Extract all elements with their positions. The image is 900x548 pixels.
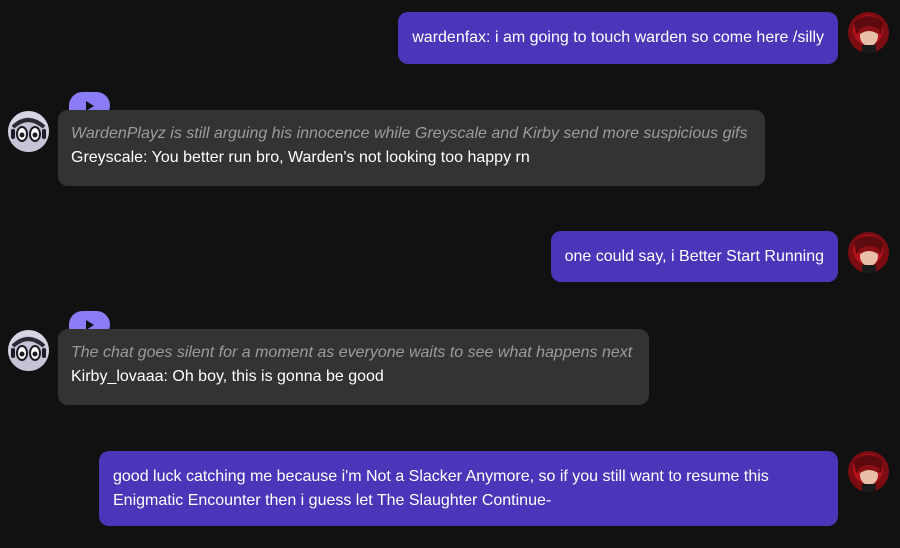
bot-avatar[interactable]: [8, 330, 49, 371]
message-text: Greyscale: You better run bro, Warden's …: [71, 149, 530, 166]
user-avatar[interactable]: [848, 12, 889, 53]
chat-log: wardenfax: i am going to touch warden so…: [0, 0, 900, 548]
user-avatar-image: [848, 451, 889, 492]
message-text: wardenfax: i am going to touch warden so…: [412, 29, 824, 46]
user-message-2: one could say, i Better Start Running: [550, 231, 838, 282]
bot-avatar-image: [8, 111, 49, 152]
bot-message-2: The chat goes silent for a moment as eve…: [58, 329, 649, 405]
user-avatar[interactable]: [848, 232, 889, 273]
play-icon: [85, 100, 94, 111]
narration-text: The chat goes silent for a moment as eve…: [71, 344, 633, 361]
user-avatar-image: [848, 232, 889, 273]
message-text: one could say, i Better Start Running: [564, 247, 824, 265]
user-avatar[interactable]: [848, 451, 889, 492]
bot-avatar-image: [8, 330, 49, 371]
message-line: Enigmatic Encounter then i guess let The…: [113, 491, 552, 509]
user-message-3: good luck catching me because i'm Not a …: [99, 451, 838, 526]
message-line: good luck catching me because i'm Not a …: [113, 467, 769, 485]
play-icon: [85, 319, 94, 330]
message-text: Kirby_lovaaa: Oh boy, this is gonna be g…: [71, 368, 384, 385]
bot-avatar[interactable]: [8, 111, 49, 152]
narration-text: WardenPlayz is still arguing his innocen…: [71, 125, 748, 142]
bot-message-1: WardenPlayz is still arguing his innocen…: [58, 110, 765, 186]
user-message-1: wardenfax: i am going to touch warden so…: [398, 12, 838, 64]
user-avatar-image: [848, 12, 889, 53]
